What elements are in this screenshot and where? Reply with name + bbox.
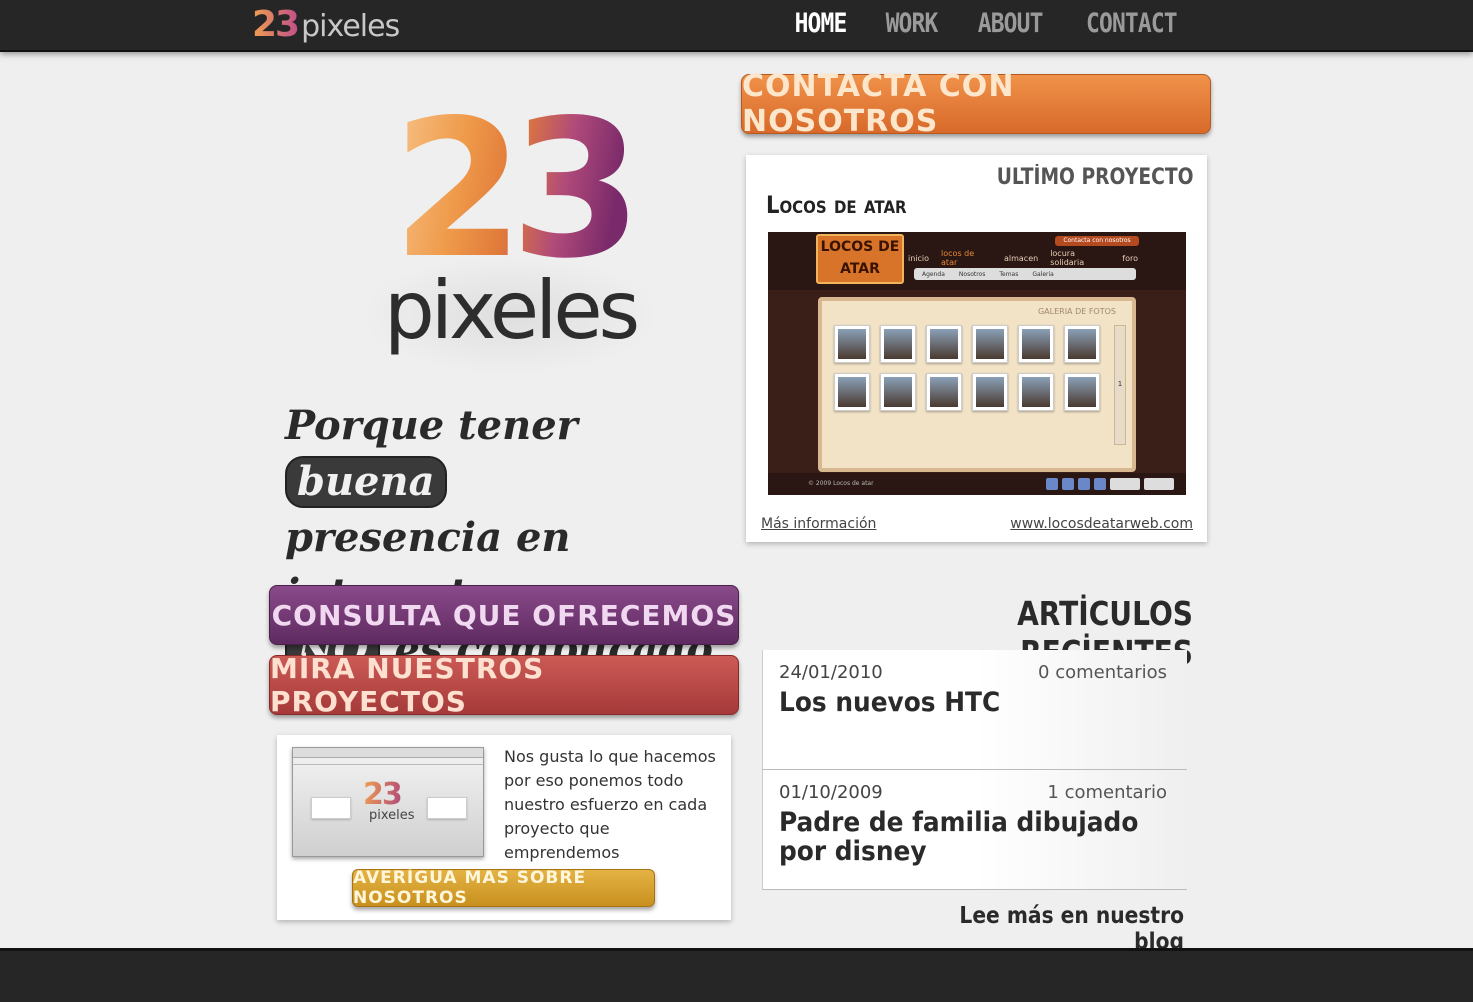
- hero-logo: 23 pixeles: [360, 79, 660, 375]
- shot-thumb: [972, 325, 1008, 363]
- shot-thumb: [834, 373, 870, 411]
- logo-number: 23: [252, 4, 300, 45]
- main-nav: HOME WORK ABOUT CONTACT: [790, 8, 1185, 39]
- shot-thumbnails: [834, 325, 1112, 411]
- about-shot-logo-number: 23: [363, 777, 403, 812]
- latest-project-card: ULTİMO PROYECTO Locos de atar LOCOS DE A…: [746, 155, 1207, 542]
- about-text: Nos gusta lo que hacemos por eso ponemos…: [504, 747, 716, 862]
- about-screenshot: 23 pixeles: [292, 747, 484, 857]
- latest-project-heading: ULTİMO PROYECTO: [996, 165, 1193, 190]
- shot-thumb: [880, 373, 916, 411]
- shot-thumb: [1064, 373, 1100, 411]
- shot-photo-gallery: GALERIA DE FOTOS 1: [818, 297, 1136, 472]
- shot-badge: [1062, 478, 1074, 490]
- shot-menu: inicio locos de atar almacen locura soli…: [908, 249, 1138, 267]
- shot-badge: [1078, 478, 1090, 490]
- business-card: [311, 797, 351, 819]
- article-date: 24/01/2010: [779, 662, 883, 683]
- article-title[interactable]: Padre de familia dibujado por disney: [779, 808, 1147, 866]
- shot-logo: LOCOS DE ATAR: [816, 234, 904, 284]
- project-site-link[interactable]: www.locosdeatarweb.com: [1010, 516, 1193, 532]
- shot-gallery-title: GALERIA DE FOTOS: [1037, 307, 1116, 316]
- shot-page-number: 1: [1117, 380, 1123, 388]
- contact-us-button[interactable]: CONTACTA CON NOSOTROS: [741, 69, 1211, 139]
- shot-contact-button: Contacta con nosotros: [1055, 236, 1139, 246]
- projects-button[interactable]: MİRA NUESTROS PROYECTOS: [269, 652, 739, 718]
- shot-menu-item: locura solidaria: [1050, 249, 1085, 267]
- hero-logo-number: 23: [392, 79, 642, 300]
- shot-badge: [1144, 478, 1174, 490]
- nav-work[interactable]: WORK: [885, 8, 938, 39]
- article-comments[interactable]: 0 comentarios: [1038, 662, 1167, 683]
- shot-badge: [1046, 478, 1058, 490]
- shot-thumb: [834, 325, 870, 363]
- article-comments[interactable]: 1 comentario: [1047, 782, 1167, 803]
- site-logo[interactable]: 23 pixeles: [252, 4, 400, 48]
- shot-menu-item: locos de atar: [941, 249, 975, 267]
- shot-submenu-item: Nosotros: [958, 270, 986, 278]
- more-info-link[interactable]: Más información: [761, 516, 876, 532]
- browser-titlebar: [293, 748, 483, 758]
- shot-thumb: [880, 325, 916, 363]
- tagline-highlight-buena: buena: [285, 456, 447, 508]
- article-item[interactable]: 24/01/2010 0 comentarios Los nuevos HTC: [762, 650, 1187, 770]
- shot-badge: [1094, 478, 1106, 490]
- business-card: [427, 797, 467, 819]
- shot-footer-text: © 2009 Locos de atar: [808, 480, 874, 487]
- shot-thumb: [972, 373, 1008, 411]
- shot-submenu-item: Agenda: [922, 270, 945, 278]
- article-date: 01/10/2009: [779, 782, 883, 803]
- shot-badge: [1110, 478, 1140, 490]
- hero-logo-word: pixeles: [384, 264, 640, 357]
- shot-thumb: [926, 325, 962, 363]
- top-navigation-bar: 23 pixeles HOME WORK ABOUT CONTACT: [0, 0, 1473, 52]
- nav-contact[interactable]: CONTACT: [1086, 8, 1178, 39]
- project-screenshot[interactable]: LOCOS DE ATAR Contacta con nosotros inic…: [768, 232, 1186, 495]
- shot-thumb: [1018, 373, 1054, 411]
- shot-submenu: Agenda Nosotros Temas Galeria: [914, 268, 1136, 280]
- browser-toolbar: [293, 758, 483, 765]
- shot-badges: [1046, 478, 1174, 490]
- shot-thumb: [926, 373, 962, 411]
- nav-home[interactable]: HOME: [794, 8, 847, 39]
- shot-submenu-item: Galeria: [1032, 270, 1054, 278]
- shot-submenu-item: Temas: [999, 270, 1019, 278]
- article-item[interactable]: 01/10/2009 1 comentario Padre de familia…: [762, 770, 1187, 890]
- nav-about[interactable]: ABOUT: [978, 8, 1044, 39]
- about-us-button[interactable]: AVERİGUA MAS SOBRE NOSOTROS: [352, 868, 655, 908]
- shot-thumb: [1064, 325, 1100, 363]
- shot-thumb: [1018, 325, 1054, 363]
- shot-menu-item: inicio: [908, 253, 930, 263]
- shot-scrollbar: 1: [1114, 325, 1126, 445]
- shot-menu-item: foro: [1122, 253, 1138, 263]
- tagline-part1: Porque tener: [285, 402, 578, 449]
- logo-word: pixeles: [301, 9, 400, 44]
- shot-footer: © 2009 Locos de atar: [768, 473, 1186, 495]
- about-shot-logo-word: pixeles: [369, 808, 415, 823]
- project-name: Locos de atar: [766, 191, 907, 219]
- footer-bar: [0, 948, 1473, 1002]
- shot-menu-item: almacen: [1003, 253, 1039, 263]
- services-button[interactable]: CONSULTA QUE OFRECEMOS: [269, 585, 739, 645]
- article-title[interactable]: Los nuevos HTC: [779, 688, 1147, 717]
